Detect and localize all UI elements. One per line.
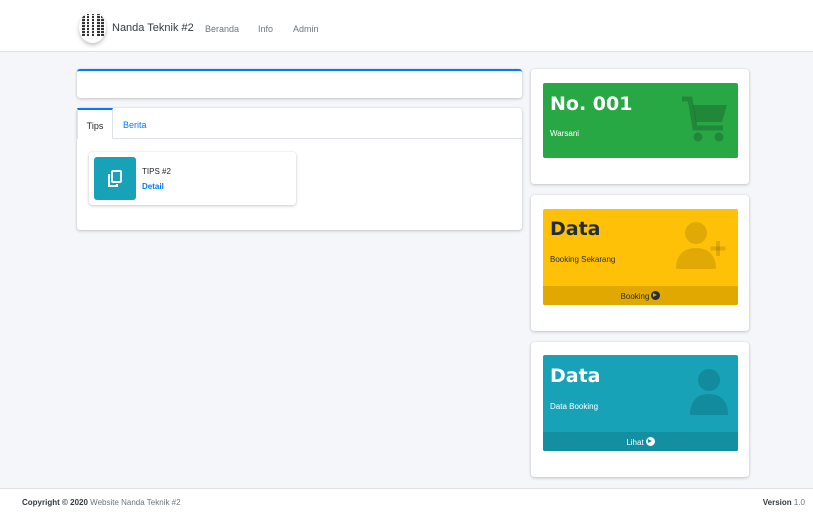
booking-footer-link[interactable]: Booking [543, 286, 738, 305]
queue-small-box: No. 001 Warsani [543, 83, 738, 158]
tab-tips[interactable]: Tips [77, 108, 113, 139]
booking-card: Data Booking Sekarang Booking [531, 195, 749, 331]
data-footer-link[interactable]: Lihat [543, 432, 738, 451]
booking-title: Data [550, 218, 601, 240]
empty-card [77, 69, 522, 98]
user-plus-icon [676, 222, 726, 269]
copyright-text: Copyright © 2020 Website Nanda Teknik #2 [22, 498, 181, 507]
version-number: 1.0 [793, 498, 805, 507]
arrow-circle-right-icon [645, 437, 655, 446]
tip-title: TIPS #2 [142, 167, 171, 176]
tab-berita[interactable]: Berita [123, 108, 147, 139]
data-subtitle: Data Booking [550, 402, 599, 411]
queue-name: Warsani [550, 129, 580, 138]
nav-link-info[interactable]: Info [258, 24, 273, 34]
booking-subtitle: Booking Sekarang [550, 255, 616, 264]
data-small-box: Data Data Booking Lihat [543, 355, 738, 451]
arrow-circle-right-icon [651, 291, 661, 300]
data-title: Data [550, 365, 601, 387]
version-text: Version 1.0 [763, 498, 805, 507]
nav-link-admin[interactable]: Admin [293, 24, 319, 34]
top-navbar: Nanda Teknik #2 Beranda Info Admin [0, 0, 813, 52]
data-footer-label: Lihat [626, 438, 644, 447]
tabs-header: Tips Berita [77, 108, 522, 139]
user-icon [690, 369, 728, 415]
brand-logo[interactable] [79, 12, 106, 43]
booking-small-box: Data Booking Sekarang Booking [543, 209, 738, 305]
qr-logo-image [81, 14, 104, 36]
nav-link-beranda[interactable]: Beranda [205, 24, 239, 34]
page-footer: Copyright © 2020 Website Nanda Teknik #2… [0, 488, 813, 514]
booking-footer-label: Booking [620, 292, 650, 301]
brand-name[interactable]: Nanda Teknik #2 [112, 22, 194, 34]
tip-info-box: TIPS #2 Detail [89, 152, 296, 205]
copyright-site[interactable]: Website Nanda Teknik #2 [90, 498, 180, 507]
copy-icon [94, 157, 136, 200]
data-booking-card: Data Data Booking Lihat [531, 342, 749, 477]
queue-number: No. 001 [550, 93, 633, 115]
version-label: Version [762, 498, 792, 507]
queue-card: No. 001 Warsani [531, 69, 749, 184]
tip-detail-link[interactable]: Detail [142, 182, 164, 191]
copyright-bold: Copyright © 2020 [22, 498, 88, 507]
cart-icon [682, 96, 727, 142]
tabs-card: Tips Berita TIPS #2 Detail [77, 108, 522, 230]
